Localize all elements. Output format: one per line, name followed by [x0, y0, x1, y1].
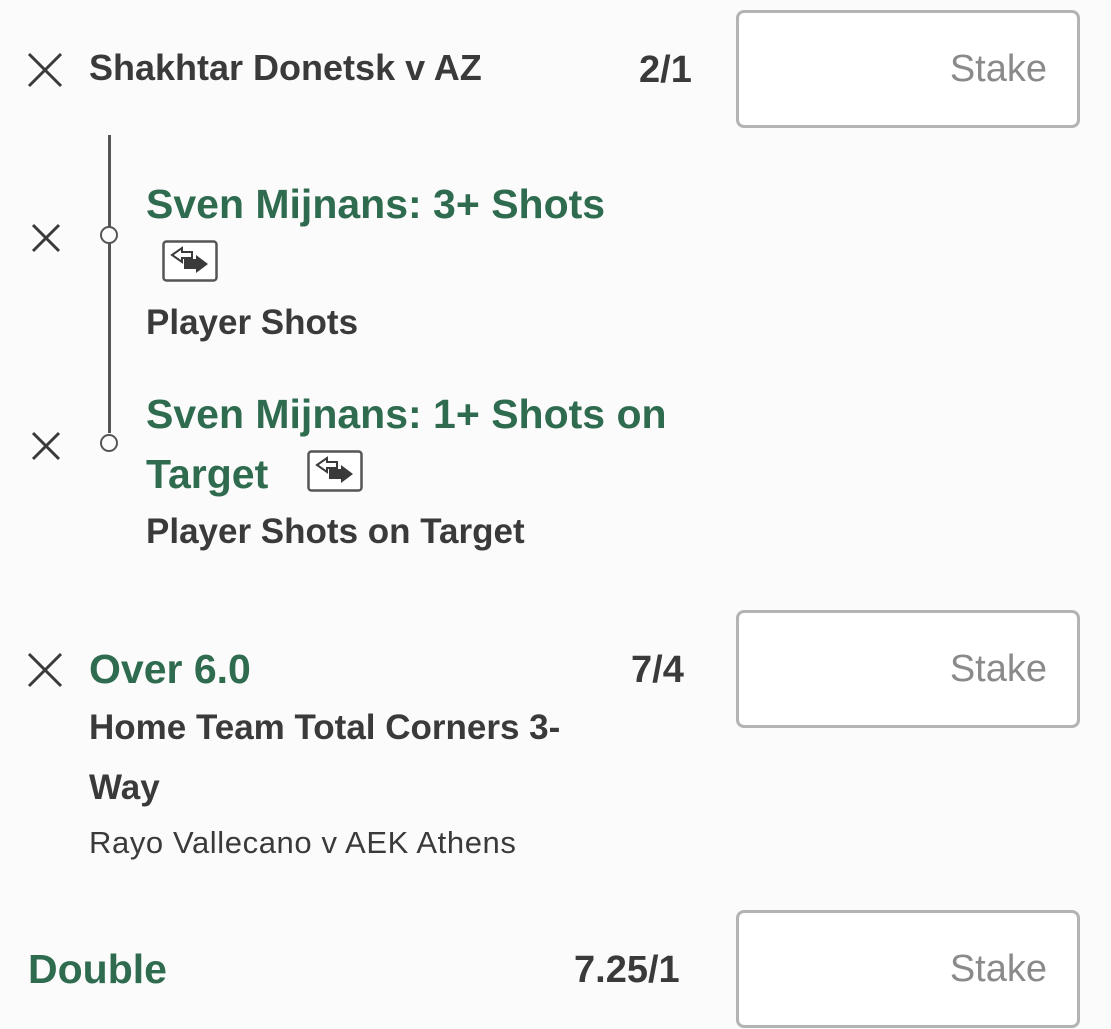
bet-market: Home Team Total Corners 3- — [89, 708, 561, 747]
leg-market: Player Shots on Target — [146, 512, 525, 551]
double-label: Double — [28, 946, 167, 992]
close-icon[interactable] — [31, 223, 61, 253]
stake-input[interactable] — [736, 910, 1080, 1028]
bet-odds[interactable]: 7/4 — [631, 647, 684, 693]
close-icon[interactable] — [27, 652, 63, 688]
close-icon[interactable] — [31, 431, 61, 461]
swap-icon[interactable] — [307, 450, 363, 492]
stake-input[interactable] — [736, 10, 1080, 128]
leg-selection: Sven Mijnans: 3+ Shots — [146, 181, 606, 227]
timeline-dot — [100, 434, 118, 452]
swap-icon[interactable] — [162, 240, 218, 282]
leg-selection: Sven Mijnans: 1+ Shots on — [146, 391, 667, 437]
bet-event: Rayo Vallecano v AEK Athens — [89, 825, 517, 860]
bet-market-cont: Way — [89, 768, 160, 807]
bet-odds[interactable]: 2/1 — [639, 47, 692, 93]
leg-selection-cont: Target — [146, 451, 269, 497]
timeline-line — [108, 135, 111, 433]
leg-market: Player Shots — [146, 303, 359, 342]
double-odds: 7.25/1 — [574, 949, 680, 991]
stake-input[interactable] — [736, 610, 1080, 728]
timeline-dot — [100, 226, 118, 244]
bet-selection: Over 6.0 — [89, 646, 251, 692]
close-icon[interactable] — [27, 52, 63, 88]
bet-match-title: Shakhtar Donetsk v AZ — [89, 47, 482, 88]
